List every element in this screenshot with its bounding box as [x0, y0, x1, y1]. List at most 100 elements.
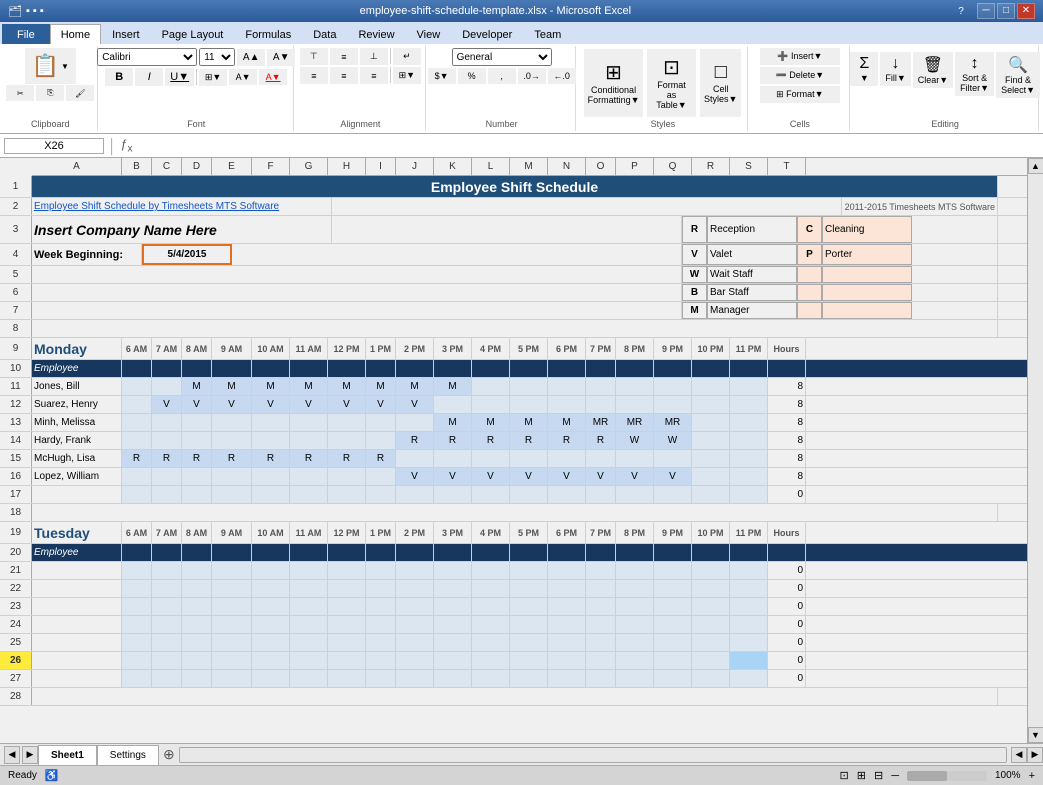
col-header-P[interactable]: P	[616, 158, 654, 175]
scroll-up-btn[interactable]: ▲	[1028, 158, 1043, 174]
comma-btn[interactable]: ,	[488, 68, 516, 84]
tab-formulas[interactable]: Formulas	[234, 24, 302, 44]
row-28: 28	[0, 688, 1027, 706]
zoom-out-btn[interactable]: ─	[891, 770, 899, 782]
merge-btn[interactable]: ⊞▼	[393, 67, 421, 84]
name-box[interactable]: X26	[4, 138, 104, 154]
align-middle-btn[interactable]: ≡	[330, 48, 358, 65]
cell-link[interactable]: Employee Shift Schedule by Timesheets MT…	[32, 198, 332, 215]
col-header-N[interactable]: N	[548, 158, 586, 175]
col-header-O[interactable]: O	[586, 158, 616, 175]
tab-scroll-right-btn[interactable]: ▶	[22, 746, 38, 764]
fill-btn[interactable]: ↓ Fill▼	[880, 52, 910, 86]
col-header-B[interactable]: B	[122, 158, 152, 175]
col-header-I[interactable]: I	[366, 158, 396, 175]
increase-decimal-btn[interactable]: .0→	[518, 68, 546, 84]
window-controls[interactable]: ? ─ □ ✕	[947, 3, 1035, 20]
formula-input[interactable]	[136, 139, 1039, 153]
wrap-text-btn[interactable]: ↵	[393, 48, 421, 65]
horizontal-scrollbar[interactable]	[179, 747, 1007, 763]
tab-developer[interactable]: Developer	[451, 24, 523, 44]
tab-data[interactable]: Data	[302, 24, 347, 44]
layout-page-icon[interactable]: ⊞	[857, 769, 866, 782]
find-select-btn[interactable]: 🔍 Find & Select▼	[996, 52, 1040, 98]
percent-btn[interactable]: %	[458, 68, 486, 84]
layout-preview-icon[interactable]: ⊟	[874, 769, 883, 782]
sort-filter-btn[interactable]: ↕ Sort & Filter▼	[955, 52, 994, 96]
bold-btn[interactable]: B	[105, 68, 133, 86]
row-15: 15 McHugh, Lisa R R R R R R R R	[0, 450, 1027, 468]
add-sheet-btn[interactable]: ⊕	[159, 746, 175, 763]
scroll-right-btn[interactable]: ▶	[1027, 747, 1043, 763]
insert-cells-btn[interactable]: ➕ Insert▼	[760, 48, 840, 65]
format-cells-btn[interactable]: ⊞ Format▼	[760, 86, 840, 103]
col-header-F[interactable]: F	[252, 158, 290, 175]
help-btn[interactable]: ?	[947, 3, 975, 20]
italic-btn[interactable]: I	[135, 68, 163, 86]
col-header-A[interactable]: A	[32, 158, 122, 175]
clear-btn[interactable]: 🗑 Clear▼	[913, 52, 953, 88]
border-btn[interactable]: ⊞▼	[199, 69, 227, 86]
col-header-K[interactable]: K	[434, 158, 472, 175]
col-header-D[interactable]: D	[182, 158, 212, 175]
minimize-btn[interactable]: ─	[977, 3, 995, 19]
cut-btn[interactable]: ✂	[6, 85, 34, 101]
col-header-E[interactable]: E	[212, 158, 252, 175]
col-header-C[interactable]: C	[152, 158, 182, 175]
font-color-btn[interactable]: A▼	[259, 69, 287, 85]
tab-team[interactable]: Team	[523, 24, 572, 44]
font-family-select[interactable]: Calibri	[97, 48, 197, 66]
row-3: 3 Insert Company Name Here R Reception C…	[0, 216, 1027, 244]
align-left-btn[interactable]: ≡	[300, 67, 328, 84]
tab-scroll-left-btn[interactable]: ◀	[4, 746, 20, 764]
col-header-G[interactable]: G	[290, 158, 328, 175]
tab-view[interactable]: View	[406, 24, 452, 44]
number-format-select[interactable]: General	[452, 48, 552, 66]
tab-review[interactable]: Review	[347, 24, 405, 44]
col-header-H[interactable]: H	[328, 158, 366, 175]
align-bottom-btn[interactable]: ⊥	[360, 48, 388, 65]
cell-styles-btn[interactable]: □ Cell Styles▼	[700, 49, 741, 117]
col-header-T[interactable]: T	[768, 158, 806, 175]
col-header-S[interactable]: S	[730, 158, 768, 175]
align-center-btn[interactable]: ≡	[330, 67, 358, 84]
scroll-left-btn[interactable]: ◀	[1011, 747, 1027, 763]
col-header-Q[interactable]: Q	[654, 158, 692, 175]
delete-cells-btn[interactable]: ➖ Delete▼	[760, 67, 840, 84]
format-as-table-btn[interactable]: ⊡ Format as Table▼	[647, 49, 696, 117]
decrease-font-btn[interactable]: A▼	[267, 49, 295, 66]
zoom-in-btn[interactable]: +	[1029, 770, 1035, 782]
format-painter-btn[interactable]: 🖌	[66, 85, 94, 101]
font-size-select[interactable]: 11	[199, 48, 235, 66]
legend-w-code: W	[682, 266, 707, 283]
increase-font-btn[interactable]: A▲	[237, 49, 265, 66]
layout-normal-icon[interactable]: ⊡	[840, 769, 849, 782]
tab-file[interactable]: File	[2, 24, 50, 44]
close-btn[interactable]: ✕	[1017, 3, 1035, 19]
restore-btn[interactable]: □	[997, 3, 1015, 19]
decrease-decimal-btn[interactable]: ←.0	[548, 68, 576, 84]
underline-btn[interactable]: U▼	[165, 68, 194, 86]
col-header-M[interactable]: M	[510, 158, 548, 175]
cell-week-input-container[interactable]: 5/4/2015	[142, 244, 232, 265]
align-right-btn[interactable]: ≡	[360, 67, 388, 84]
copy-btn[interactable]: ⎘	[36, 85, 64, 101]
autosum-btn[interactable]: Σ ▼	[850, 52, 878, 86]
cell-company-name[interactable]: Insert Company Name Here	[32, 216, 332, 243]
tab-settings[interactable]: Settings	[97, 745, 159, 765]
paste-dropdown[interactable]: ▼	[61, 62, 69, 71]
paste-btn[interactable]: 📋 ▼	[25, 48, 76, 84]
tab-sheet1[interactable]: Sheet1	[38, 745, 97, 765]
col-header-R[interactable]: R	[692, 158, 730, 175]
accounting-btn[interactable]: $▼	[428, 68, 456, 84]
scroll-down-btn[interactable]: ▼	[1028, 727, 1043, 743]
col-header-J[interactable]: J	[396, 158, 434, 175]
align-top-btn[interactable]: ⊤	[300, 48, 328, 65]
vertical-scrollbar[interactable]: ▲ ▼	[1027, 158, 1043, 743]
col-header-L[interactable]: L	[472, 158, 510, 175]
tab-home[interactable]: Home	[50, 24, 101, 44]
conditional-formatting-btn[interactable]: ⊞ Conditional Formatting▼	[584, 49, 642, 117]
tab-page-layout[interactable]: Page Layout	[151, 24, 235, 44]
tab-insert[interactable]: Insert	[101, 24, 151, 44]
fill-color-btn[interactable]: A▼	[229, 69, 257, 85]
